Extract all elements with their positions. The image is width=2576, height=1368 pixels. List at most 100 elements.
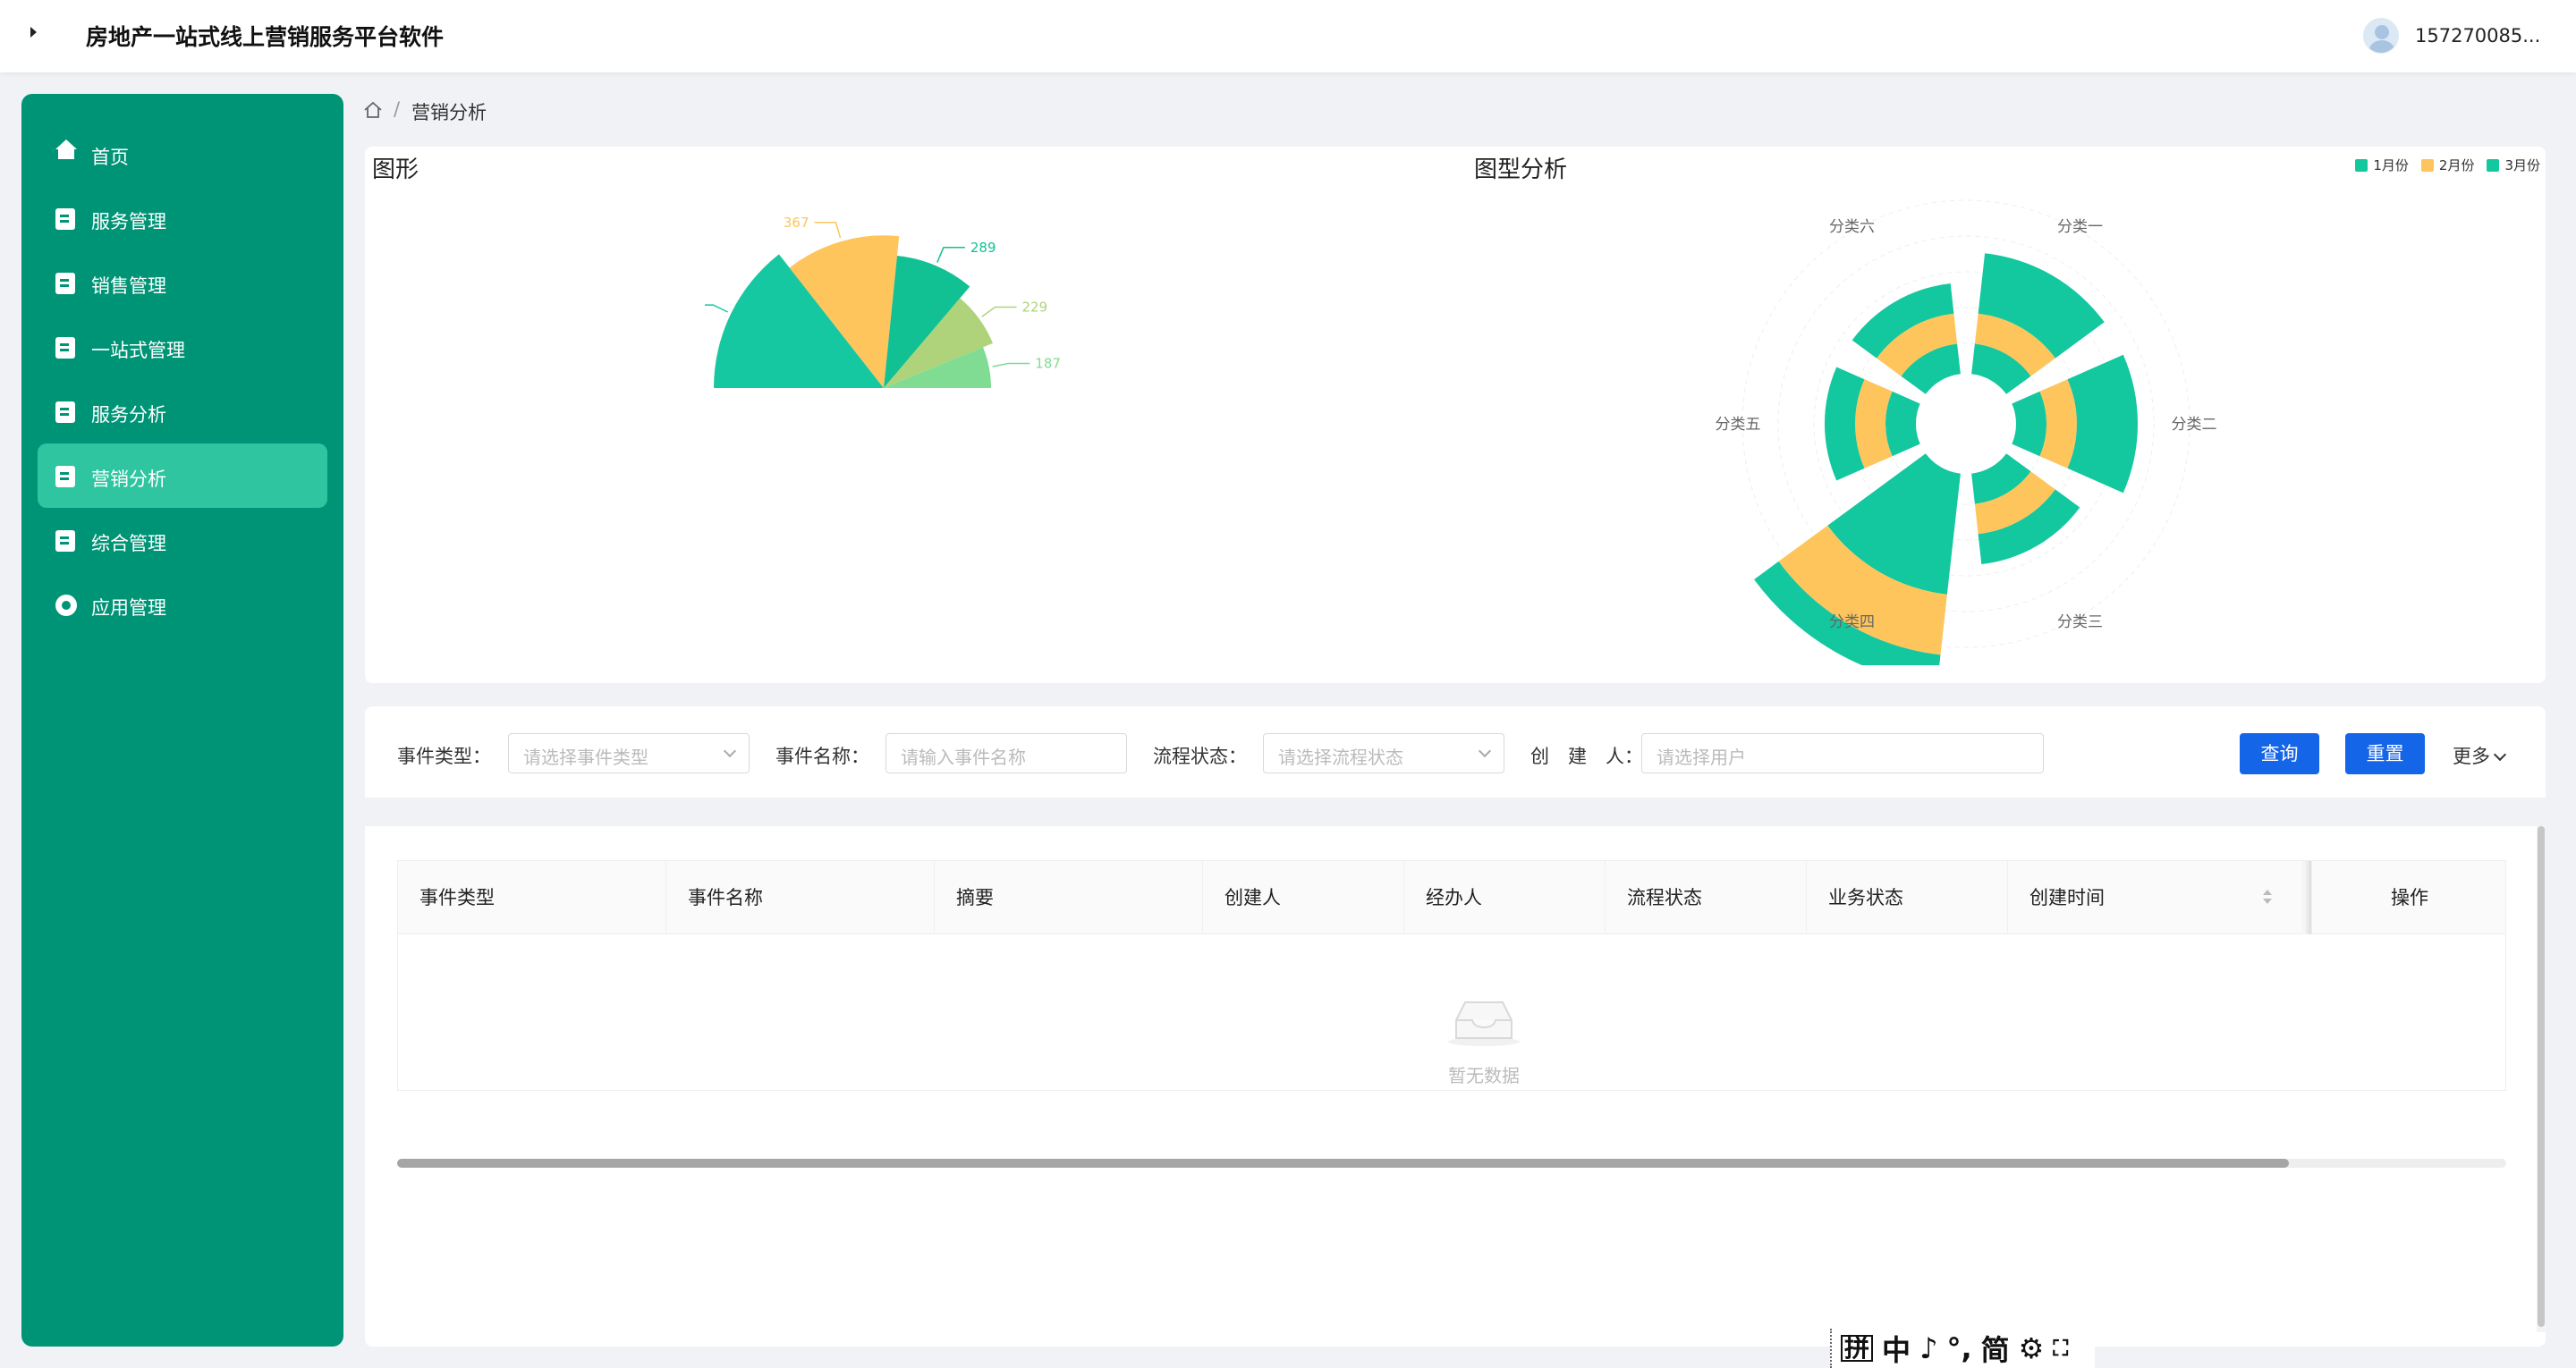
left-chart-title: 图形: [372, 156, 419, 183]
user-name[interactable]: 157270085...: [2415, 25, 2540, 46]
column-header-event-type[interactable]: 事件类型: [398, 861, 666, 934]
legend-item[interactable]: 3月份: [2487, 156, 2540, 174]
chevron-down-icon: [723, 744, 737, 758]
flow-status-placeholder: 请选择流程状态: [1278, 747, 1403, 768]
label-leader-line: [992, 362, 1030, 367]
chevron-down-icon: [1478, 744, 1492, 758]
query-button[interactable]: 查询: [2240, 733, 2319, 774]
ime-punctuation-icon[interactable]: °,: [1946, 1331, 1971, 1365]
breadcrumb-separator: /: [394, 98, 401, 120]
more-button[interactable]: 更多: [2453, 742, 2507, 769]
horizontal-scrollbar[interactable]: [397, 1159, 2506, 1168]
table-header: 事件类型 事件名称 摘要 创建人 经办人 流程状态 业务状态 创建时间 操作: [398, 861, 2505, 934]
creator-placeholder: 请选择用户: [1657, 747, 1746, 768]
polar-bar-segment[interactable]: [2067, 354, 2139, 494]
column-header-created-time[interactable]: 创建时间: [2008, 861, 2303, 934]
column-header-flow-status[interactable]: 流程状态: [1606, 861, 1807, 934]
events-table: 事件类型 事件名称 摘要 创建人 经办人 流程状态 业务状态 创建时间 操作 暂…: [397, 860, 2506, 1091]
ime-moon-icon[interactable]: ♪: [1919, 1331, 1937, 1365]
empty-state: 暂无数据: [1430, 995, 1538, 1087]
half-pie-chart: 435367289229187: [705, 215, 1061, 388]
ime-toolbar: 拼 中 ♪ °, 简 ⚙ ⛶: [1830, 1329, 2095, 1368]
user-avatar[interactable]: [2363, 18, 2399, 54]
event-name-placeholder: 请输入事件名称: [901, 747, 1026, 768]
column-header-label: 创建时间: [2029, 887, 2105, 908]
sidebar-item-label: 销售管理: [91, 275, 166, 297]
creator-select[interactable]: 请选择用户: [1641, 733, 2044, 773]
label-leader-line: [814, 222, 842, 239]
event-name-label: 事件名称：: [775, 746, 869, 767]
sidebar-item-service-analysis[interactable]: 服务分析: [38, 379, 327, 443]
data-label: 367: [784, 215, 809, 231]
label-leader-line: [981, 306, 1017, 317]
column-header-event-name[interactable]: 事件名称: [666, 861, 935, 934]
sidebar-item-label: 服务分析: [91, 404, 166, 426]
document-icon: [55, 530, 75, 552]
data-label: 289: [970, 240, 996, 256]
reset-button[interactable]: 重置: [2345, 733, 2425, 774]
ime-simplified-toggle[interactable]: 简: [1981, 1328, 2010, 1368]
category-label: 分类二: [2172, 416, 2217, 434]
home-icon[interactable]: [363, 100, 383, 120]
creator-label: 创 建 人：: [1530, 746, 1643, 767]
flow-status-select[interactable]: 请选择流程状态: [1263, 733, 1504, 773]
top-header: 房地产一站式线上营销服务平台软件 157270085...: [0, 0, 2576, 72]
sidebar-item-label: 一站式管理: [91, 340, 185, 361]
sidebar-item-label: 服务管理: [91, 211, 166, 232]
sidebar-item-one-stop-management[interactable]: 一站式管理: [38, 315, 327, 379]
document-icon: [55, 273, 75, 294]
chart-legend: 1月份 2月份 3月份: [2355, 156, 2540, 174]
sidebar-item-home[interactable]: 首页: [38, 122, 327, 186]
sidebar-item-label: 综合管理: [91, 533, 166, 554]
sort-icon[interactable]: [2263, 890, 2272, 906]
column-header-actions: 操作: [2391, 887, 2428, 908]
sidebar-item-sales-management[interactable]: 销售管理: [38, 250, 327, 315]
ime-expand-icon[interactable]: ⛶: [2053, 1336, 2068, 1361]
ime-settings-icon[interactable]: ⚙: [2019, 1331, 2045, 1365]
home-icon: [55, 139, 77, 159]
ime-chinese-toggle[interactable]: 中: [1882, 1328, 1911, 1368]
category-label: 分类四: [1829, 613, 1875, 631]
sidebar-item-label: 营销分析: [91, 469, 166, 490]
sidebar-item-label: 首页: [91, 147, 129, 168]
document-icon: [55, 401, 75, 423]
sidebar-toggle-icon[interactable]: [30, 27, 37, 38]
sidebar-item-label: 应用管理: [91, 597, 166, 619]
empty-inbox-icon: [1448, 1001, 1520, 1046]
event-name-input[interactable]: 请输入事件名称: [886, 733, 1127, 773]
sidebar-item-marketing-analysis[interactable]: 营销分析: [38, 443, 327, 508]
filter-bar: 事件类型： 请选择事件类型 事件名称： 请输入事件名称 流程状态： 请选择流程状…: [365, 706, 2546, 798]
table-card: 事件类型 事件名称 摘要 创建人 经办人 流程状态 业务状态 创建时间 操作 暂…: [365, 826, 2546, 1347]
chart-card: 图形 图型分析 1月份 2月份 3月份 435367289229187 分类一分…: [365, 147, 2546, 683]
column-header-business-status[interactable]: 业务状态: [1807, 861, 2008, 934]
category-label: 分类一: [2057, 218, 2103, 236]
column-header-creator[interactable]: 创建人: [1203, 861, 1404, 934]
breadcrumb-current: 营销分析: [411, 102, 487, 123]
category-label: 分类三: [2057, 613, 2103, 631]
sidebar-item-service-management[interactable]: 服务管理: [38, 186, 327, 250]
event-type-label: 事件类型：: [397, 746, 491, 767]
polar-bar-chart: 分类一分类二分类三 分类四 分类五 分类六: [1716, 199, 2217, 665]
vertical-scrollbar[interactable]: [2537, 826, 2546, 1332]
fixed-column-shadow: [2303, 861, 2312, 934]
data-label: 187: [1035, 356, 1061, 372]
event-type-select[interactable]: 请选择事件类型: [508, 733, 750, 773]
polar-bar-segment[interactable]: [1885, 391, 1920, 457]
polar-bar-segment[interactable]: [2012, 391, 2047, 457]
legend-item[interactable]: 1月份: [2355, 156, 2409, 174]
category-label: 分类五: [1716, 416, 1761, 434]
more-label: 更多: [2453, 746, 2490, 767]
label-leader-line: [936, 247, 965, 263]
document-icon: [55, 466, 75, 487]
document-icon: [55, 208, 75, 230]
empty-text: 暂无数据: [1448, 1065, 1520, 1086]
column-header-handler[interactable]: 经办人: [1404, 861, 1606, 934]
chevron-down-icon: [2493, 747, 2507, 762]
gear-icon: [55, 595, 77, 616]
category-label: 分类六: [1829, 218, 1875, 236]
sidebar-item-app-management[interactable]: 应用管理: [38, 572, 327, 637]
ime-pinyin-icon[interactable]: 拼: [1841, 1335, 1874, 1362]
legend-item[interactable]: 2月份: [2420, 156, 2474, 174]
column-header-summary[interactable]: 摘要: [935, 861, 1203, 934]
sidebar-item-comprehensive-management[interactable]: 综合管理: [38, 508, 327, 572]
